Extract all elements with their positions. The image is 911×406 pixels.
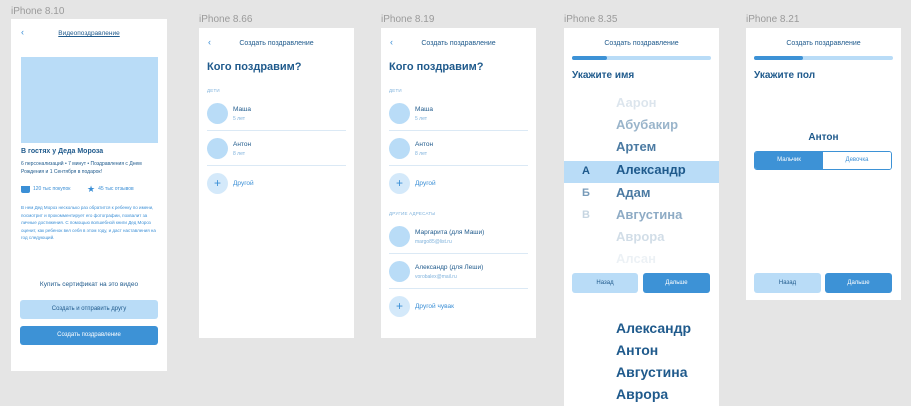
- section-kids: ДЕТИ: [207, 88, 220, 93]
- child-name: Антон: [808, 132, 839, 143]
- screen-choose-recipient-extended: ‹ Создать поздравление Кого поздравим? Д…: [381, 28, 536, 338]
- picker-name[interactable]: Артем: [616, 139, 656, 154]
- picker-name-selected[interactable]: Александр: [616, 162, 686, 177]
- kid-row[interactable]: Маша 5 лет: [389, 97, 528, 131]
- screen-title: Создать поздравление: [786, 40, 861, 47]
- other-recipient-row[interactable]: + Другой: [389, 167, 528, 201]
- kid-row[interactable]: Антон 8 лет: [207, 132, 346, 166]
- frame-label-3: iPhone 8.19: [381, 14, 435, 25]
- video-title: В гостях у Деда Мороза: [21, 148, 104, 155]
- progress-track: [572, 56, 711, 60]
- create-greeting-button[interactable]: Создать поздравление: [20, 326, 158, 345]
- letter-index[interactable]: В: [582, 209, 590, 221]
- picker-name[interactable]: Абубакир: [616, 117, 678, 132]
- frame-label-5: iPhone 8.21: [746, 14, 800, 25]
- other-guy-row[interactable]: + Другой чувак: [389, 290, 528, 324]
- screen-title: Создать поздравление: [239, 40, 314, 47]
- adult-name: Александр (для Леши): [415, 264, 484, 271]
- avatar: [389, 226, 410, 247]
- video-thumbnail[interactable]: [21, 57, 158, 143]
- picker-name[interactable]: Аарон: [616, 95, 657, 110]
- plus-icon: +: [389, 173, 410, 194]
- reviews-stat: ★ 45 тыс отзывов: [87, 184, 134, 194]
- kid-age: 5 лет: [415, 116, 427, 122]
- video-meta: 6 персонализаций • 7 минут • Поздравлени…: [21, 161, 142, 175]
- kid-name: Маша: [415, 106, 433, 113]
- kid-row[interactable]: Маша 5 лет: [207, 97, 346, 131]
- next-button[interactable]: Дальше: [643, 273, 710, 293]
- avatar: [389, 138, 410, 159]
- screen-video-details: ‹ Видеопоздравление В гостях у Деда Моро…: [11, 19, 167, 371]
- adult-email: margo85@list.ru: [415, 239, 452, 245]
- picker-name[interactable]: Аврора: [616, 229, 664, 244]
- kid-age: 5 лет: [233, 116, 245, 122]
- section-kids: ДЕТИ: [389, 88, 402, 93]
- send-to-friend-button[interactable]: Создать и отправить другу: [20, 300, 158, 319]
- kid-row[interactable]: Антон 8 лет: [389, 132, 528, 166]
- adult-email: vorobalex@mail.ru: [415, 274, 457, 280]
- page-title: Укажите пол: [754, 70, 816, 81]
- avatar: [389, 261, 410, 282]
- kid-age: 8 лет: [233, 151, 245, 157]
- basket-icon: [21, 185, 30, 193]
- gender-toggle: Мальчик Девочка: [754, 151, 892, 170]
- overflow-name[interactable]: Аврора: [616, 386, 668, 402]
- plus-icon: +: [207, 173, 228, 194]
- frame-label-1: iPhone 8.10: [11, 6, 65, 17]
- overflow-name[interactable]: Александр: [616, 320, 691, 336]
- name-picker[interactable]: Аарон Абубакир Артем Александр Адам Авгу…: [564, 92, 719, 268]
- purchases-count: 120 тыс покупок: [33, 186, 71, 192]
- overflow-list: Александр Антон Августина Аврора: [564, 298, 719, 406]
- overflow-name[interactable]: Антон: [616, 342, 658, 358]
- avatar: [207, 138, 228, 159]
- letter-index[interactable]: А: [582, 165, 590, 177]
- star-icon: ★: [87, 183, 96, 194]
- adult-row[interactable]: Маргарита (для Маши) margo85@list.ru: [389, 220, 528, 254]
- kid-name: Антон: [415, 141, 434, 148]
- back-button[interactable]: Назад: [572, 273, 638, 293]
- avatar: [207, 103, 228, 124]
- girl-option[interactable]: Девочка: [823, 152, 891, 169]
- kid-name: Антон: [233, 141, 252, 148]
- other-label: Другой: [233, 180, 254, 187]
- screen-choose-gender: Создать поздравление Укажите пол Антон М…: [746, 28, 901, 300]
- letter-index[interactable]: Б: [582, 187, 590, 199]
- overflow-name[interactable]: Августина: [616, 364, 687, 380]
- progress-fill: [754, 56, 803, 60]
- certificate-link[interactable]: Купить сертификат на это видео: [11, 281, 167, 288]
- reviews-count: 45 тыс отзывов: [98, 186, 134, 192]
- picker-name[interactable]: Адам: [616, 185, 651, 200]
- plus-icon: +: [389, 296, 410, 317]
- adult-row[interactable]: Александр (для Леши) vorobalex@mail.ru: [389, 255, 528, 289]
- boy-option[interactable]: Мальчик: [755, 152, 823, 169]
- kid-age: 8 лет: [415, 151, 427, 157]
- picker-name[interactable]: Алсан: [616, 251, 656, 266]
- purchases-stat: 120 тыс покупок: [21, 184, 70, 194]
- back-button[interactable]: Назад: [754, 273, 821, 293]
- section-other-recipients: ДРУГИЕ АДРЕСАТЫ: [389, 211, 436, 216]
- screen-enter-name: Создать поздравление Укажите имя Аарон А…: [564, 28, 719, 406]
- other-guy-label: Другой чувак: [415, 303, 454, 310]
- picker-name[interactable]: Августина: [616, 207, 682, 222]
- screen-choose-recipient: ‹ Создать поздравление Кого поздравим? Д…: [199, 28, 354, 338]
- other-recipient-row[interactable]: + Другой: [207, 167, 346, 201]
- video-description: В нем Дед Мороз несколько раз обратится …: [21, 205, 156, 241]
- page-title: Укажите имя: [572, 70, 635, 81]
- next-button[interactable]: Дальше: [825, 273, 892, 293]
- screen-title: Видеопоздравление: [58, 30, 120, 37]
- screen-title: Создать поздравление: [604, 40, 679, 47]
- progress-fill: [572, 56, 607, 60]
- frame-label-2: iPhone 8.66: [199, 14, 253, 25]
- progress-track: [754, 56, 893, 60]
- kid-name: Маша: [233, 106, 251, 113]
- other-label: Другой: [415, 180, 436, 187]
- frame-label-4: iPhone 8.35: [564, 14, 618, 25]
- avatar: [389, 103, 410, 124]
- page-title: Кого поздравим?: [389, 61, 484, 73]
- page-title: Кого поздравим?: [207, 61, 302, 73]
- screen-title: Создать поздравление: [421, 40, 496, 47]
- adult-name: Маргарита (для Маши): [415, 229, 485, 236]
